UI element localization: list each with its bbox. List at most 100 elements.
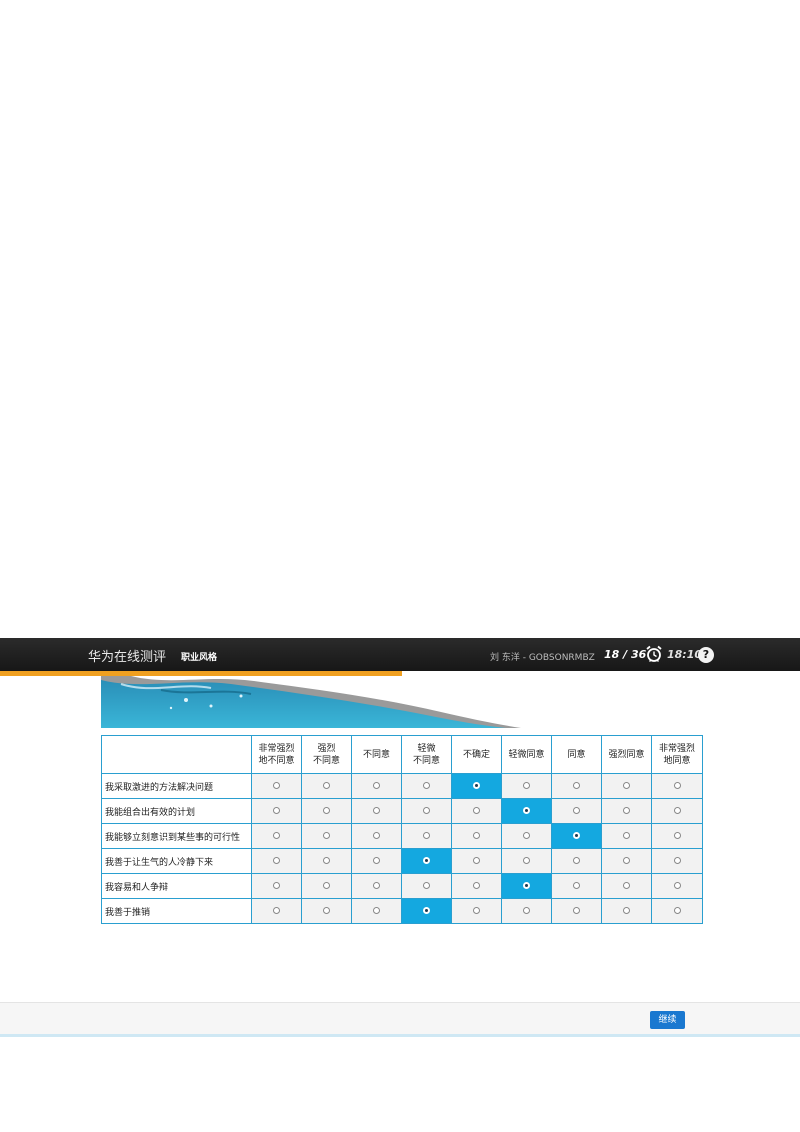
answer-option-cell[interactable] [651, 773, 703, 799]
radio-button[interactable] [473, 882, 480, 889]
radio-button[interactable] [373, 807, 380, 814]
radio-button[interactable] [523, 782, 530, 789]
answer-option-cell[interactable] [351, 798, 402, 824]
radio-selected[interactable] [573, 832, 580, 839]
answer-option-cell[interactable] [601, 898, 652, 924]
answer-option-cell[interactable] [301, 773, 352, 799]
radio-button[interactable] [273, 882, 280, 889]
answer-option-cell[interactable] [601, 823, 652, 849]
radio-selected[interactable] [473, 782, 480, 789]
answer-option-cell[interactable] [251, 898, 302, 924]
radio-selected[interactable] [423, 907, 430, 914]
answer-option-cell[interactable] [451, 898, 502, 924]
radio-button[interactable] [423, 882, 430, 889]
answer-option-cell[interactable] [501, 798, 552, 824]
radio-button[interactable] [323, 832, 330, 839]
continue-button[interactable]: 继续 [650, 1011, 685, 1029]
answer-option-cell[interactable] [251, 773, 302, 799]
radio-button[interactable] [373, 882, 380, 889]
answer-option-cell[interactable] [351, 823, 402, 849]
answer-option-cell[interactable] [451, 873, 502, 899]
answer-option-cell[interactable] [301, 873, 352, 899]
answer-option-cell[interactable] [401, 773, 452, 799]
radio-button[interactable] [373, 907, 380, 914]
answer-option-cell[interactable] [501, 773, 552, 799]
answer-option-cell[interactable] [601, 773, 652, 799]
radio-button[interactable] [623, 782, 630, 789]
radio-button[interactable] [623, 832, 630, 839]
radio-button[interactable] [573, 882, 580, 889]
answer-option-cell[interactable] [551, 873, 602, 899]
answer-option-cell[interactable] [251, 798, 302, 824]
radio-button[interactable] [373, 832, 380, 839]
answer-option-cell[interactable] [601, 873, 652, 899]
answer-option-cell[interactable] [651, 898, 703, 924]
answer-option-cell[interactable] [601, 848, 652, 874]
answer-option-cell[interactable] [301, 798, 352, 824]
radio-button[interactable] [573, 807, 580, 814]
answer-option-cell[interactable] [301, 848, 352, 874]
answer-option-cell[interactable] [351, 898, 402, 924]
answer-option-cell[interactable] [651, 873, 703, 899]
radio-button[interactable] [673, 782, 681, 789]
radio-button[interactable] [673, 907, 681, 914]
radio-button[interactable] [273, 857, 280, 864]
radio-button[interactable] [573, 782, 580, 789]
radio-button[interactable] [323, 807, 330, 814]
radio-selected[interactable] [523, 882, 530, 889]
answer-option-cell[interactable] [651, 798, 703, 824]
answer-option-cell[interactable] [651, 823, 703, 849]
radio-button[interactable] [623, 882, 630, 889]
radio-button[interactable] [373, 782, 380, 789]
radio-selected[interactable] [523, 807, 530, 814]
radio-button[interactable] [473, 807, 480, 814]
radio-button[interactable] [673, 807, 681, 814]
answer-option-cell[interactable] [551, 823, 602, 849]
answer-option-cell[interactable] [551, 898, 602, 924]
answer-option-cell[interactable] [551, 773, 602, 799]
answer-option-cell[interactable] [351, 873, 402, 899]
answer-option-cell[interactable] [301, 823, 352, 849]
radio-button[interactable] [673, 857, 681, 864]
answer-option-cell[interactable] [551, 848, 602, 874]
answer-option-cell[interactable] [501, 898, 552, 924]
answer-option-cell[interactable] [451, 773, 502, 799]
answer-option-cell[interactable] [401, 848, 452, 874]
radio-button[interactable] [523, 832, 530, 839]
answer-option-cell[interactable] [451, 823, 502, 849]
answer-option-cell[interactable] [401, 823, 452, 849]
radio-button[interactable] [473, 857, 480, 864]
radio-button[interactable] [273, 907, 280, 914]
answer-option-cell[interactable] [651, 848, 703, 874]
radio-button[interactable] [573, 907, 580, 914]
radio-button[interactable] [373, 857, 380, 864]
answer-option-cell[interactable] [351, 773, 402, 799]
answer-option-cell[interactable] [501, 873, 552, 899]
answer-option-cell[interactable] [251, 848, 302, 874]
radio-button[interactable] [323, 907, 330, 914]
radio-button[interactable] [273, 807, 280, 814]
radio-button[interactable] [623, 907, 630, 914]
answer-option-cell[interactable] [501, 848, 552, 874]
answer-option-cell[interactable] [401, 873, 452, 899]
answer-option-cell[interactable] [401, 798, 452, 824]
answer-option-cell[interactable] [601, 798, 652, 824]
answer-option-cell[interactable] [301, 898, 352, 924]
radio-button[interactable] [473, 832, 480, 839]
radio-button[interactable] [273, 832, 280, 839]
radio-button[interactable] [523, 857, 530, 864]
radio-button[interactable] [273, 782, 280, 789]
radio-button[interactable] [623, 807, 630, 814]
answer-option-cell[interactable] [251, 823, 302, 849]
radio-button[interactable] [323, 857, 330, 864]
radio-button[interactable] [423, 807, 430, 814]
answer-option-cell[interactable] [251, 873, 302, 899]
radio-button[interactable] [473, 907, 480, 914]
radio-button[interactable] [673, 882, 681, 889]
answer-option-cell[interactable] [351, 848, 402, 874]
radio-button[interactable] [323, 882, 330, 889]
radio-button[interactable] [523, 907, 530, 914]
radio-button[interactable] [623, 857, 630, 864]
answer-option-cell[interactable] [451, 848, 502, 874]
radio-button[interactable] [673, 832, 681, 839]
